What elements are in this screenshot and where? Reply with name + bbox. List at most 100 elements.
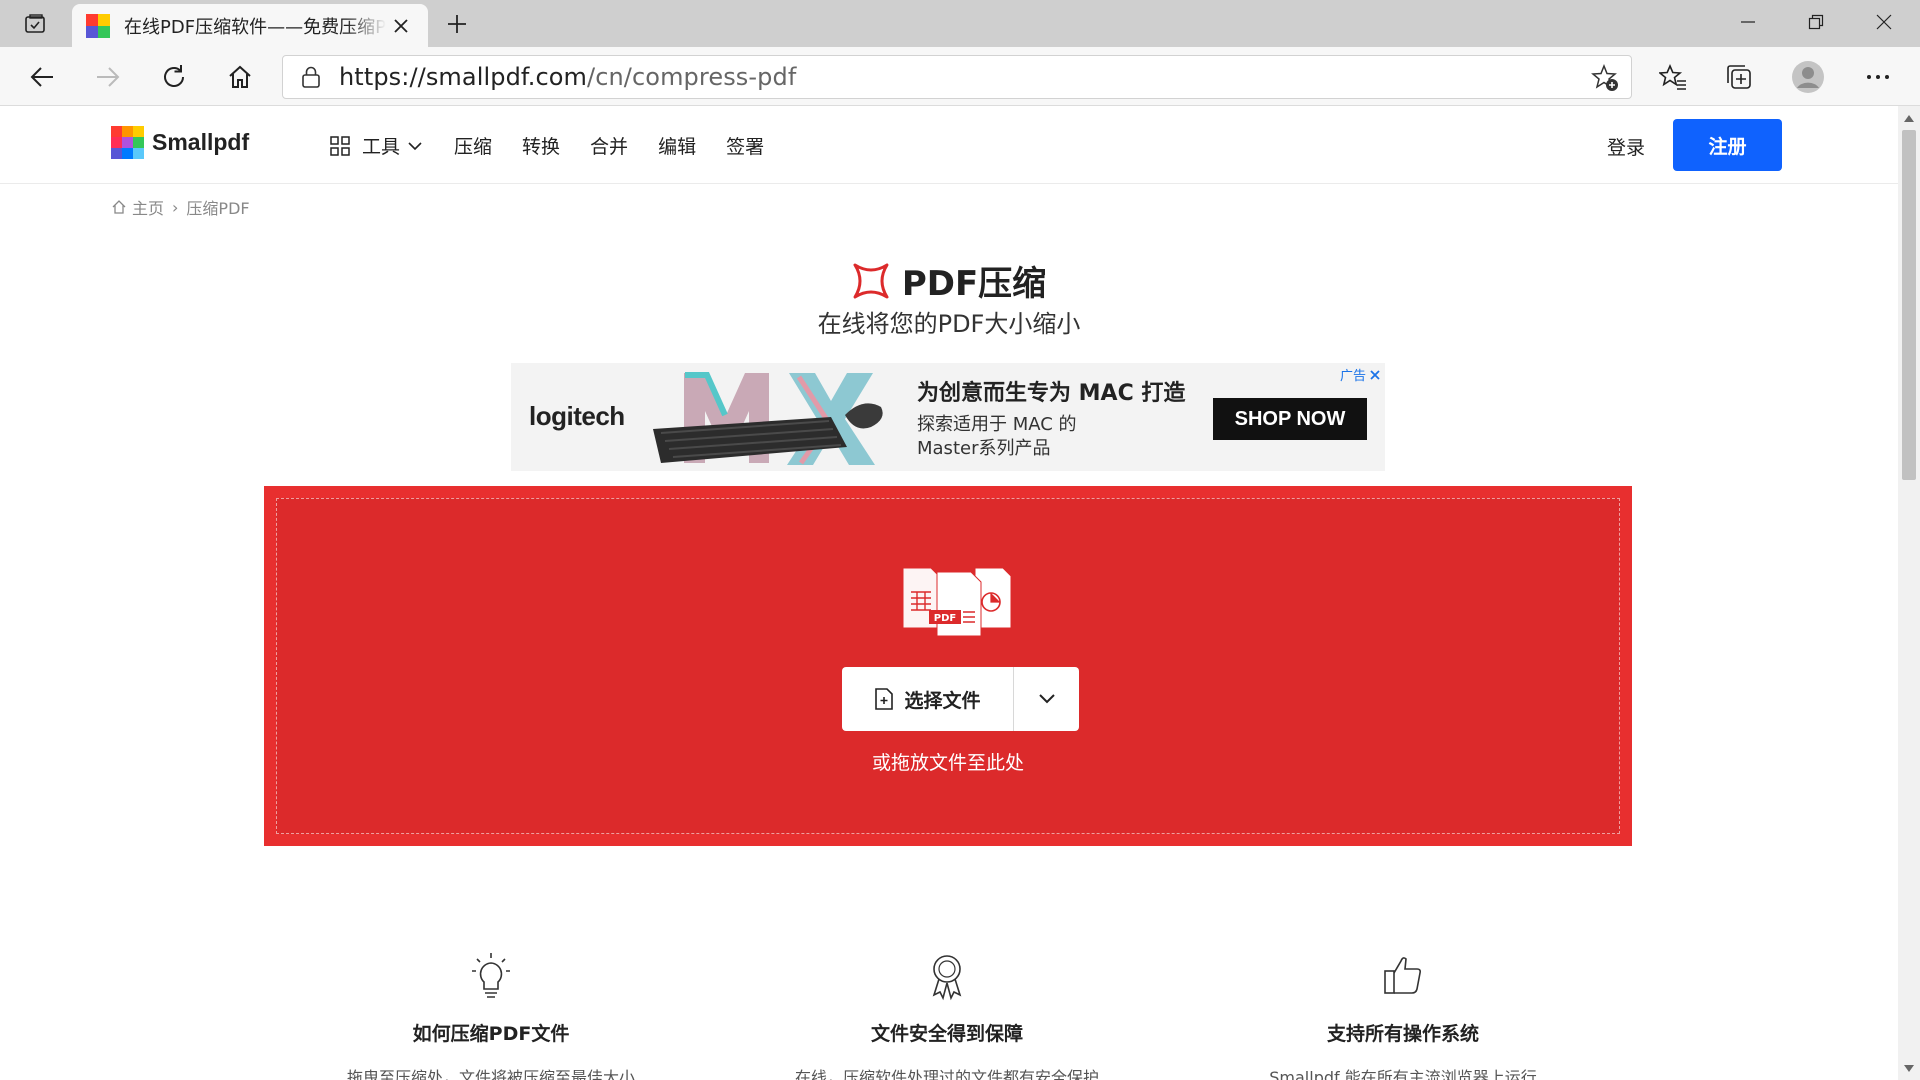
triangle-down-icon (1904, 1064, 1914, 1072)
browser-tab-bar: 在线PDF压缩软件——免费压缩PDF (0, 0, 1920, 47)
feature-card: 文件安全得到保障 在线，压缩软件处理过的文件都有安全保护 (747, 951, 1147, 1080)
documents-icon: PDF (902, 567, 1012, 637)
keyboard-mouse-product-image (653, 372, 883, 465)
add-favorite-button[interactable] (1589, 62, 1621, 94)
browser-toolbar: https://smallpdf.com/cn/compress-pdf (0, 47, 1920, 106)
restore-button[interactable] (1782, 0, 1850, 44)
ad-headline: 为创意而生专为 MAC 打造 (917, 381, 1186, 406)
award-ribbon-icon (932, 955, 962, 1001)
page-title: PDF压缩 (0, 256, 1898, 305)
back-button[interactable] (20, 55, 64, 99)
close-icon (1370, 369, 1380, 380)
svg-text:PDF: PDF (934, 613, 956, 624)
signup-button[interactable]: 注册 (1673, 119, 1782, 171)
tab-actions-icon (25, 14, 45, 33)
lightbulb-icon (472, 953, 510, 998)
profile-button[interactable] (1786, 55, 1830, 99)
choose-file-label: 选择文件 (904, 689, 981, 712)
file-add-icon (875, 688, 894, 710)
logo-text: Smallpdf (152, 129, 250, 155)
chevron-down-icon (1038, 694, 1055, 704)
file-drop-zone[interactable]: PDF 选择文件 或拖放文件至此处 (264, 486, 1632, 846)
thumbs-up-icon (1384, 957, 1421, 994)
main-nav: 工具 压缩 转换 合并 编辑 签署 (330, 132, 794, 159)
collections-icon (1727, 65, 1751, 89)
window-close-button[interactable] (1850, 0, 1918, 44)
choose-file-split-button: 选择文件 (842, 667, 1079, 731)
close-icon (1876, 14, 1892, 30)
minimize-icon (1741, 21, 1755, 23)
ad-brand-logo: logitech (529, 401, 625, 431)
grid-icon (330, 135, 350, 156)
page-scrollbar[interactable] (1898, 106, 1920, 1080)
choose-source-dropdown-button[interactable] (1014, 667, 1079, 731)
favorites-list-icon (1659, 63, 1686, 90)
star-add-icon (1591, 64, 1618, 91)
feature-description: 在线，压缩软件处理过的文件都有安全保护 (794, 1068, 1099, 1080)
favorites-button[interactable] (1651, 55, 1695, 99)
feature-description: 拖曳至压缩处，文件将被压缩至最佳大小 (346, 1068, 635, 1080)
login-link[interactable]: 登录 (1607, 133, 1645, 160)
ad-banner[interactable]: logitech 为创意而生专为 MAC 打造 探索适用于 MAC 的 Mast… (511, 363, 1385, 471)
nav-item-compress[interactable]: 压缩 (454, 132, 492, 159)
ad-body-line-2: Master系列产品 (917, 438, 1051, 459)
feature-title: 如何压缩PDF文件 (412, 1023, 570, 1045)
ad-choices-badge[interactable]: 广告 (1340, 365, 1381, 384)
nav-item-edit[interactable]: 编辑 (658, 132, 696, 159)
ad-body-line-1: 探索适用于 MAC 的 (917, 414, 1077, 435)
browser-tab-active[interactable]: 在线PDF压缩软件——免费压缩PDF (72, 4, 428, 47)
breadcrumb-home[interactable]: 主页 (132, 195, 164, 219)
close-icon (394, 18, 408, 33)
tab-actions-button[interactable] (14, 9, 56, 39)
breadcrumb-separator: › (172, 197, 179, 217)
breadcrumb: 主页 › 压缩PDF (111, 195, 250, 219)
scroll-down-button[interactable] (1903, 1062, 1915, 1074)
nav-item-sign[interactable]: 签署 (726, 132, 764, 159)
scroll-up-button[interactable] (1903, 112, 1915, 124)
plus-icon (448, 15, 466, 33)
nav-item-merge[interactable]: 合并 (590, 132, 628, 159)
reload-icon (164, 65, 184, 87)
page-heading: PDF压缩 (901, 264, 1047, 304)
home-button[interactable] (218, 55, 262, 99)
minimize-button[interactable] (1714, 0, 1782, 44)
restore-icon (1808, 14, 1824, 30)
nav-tools-label: 工具 (362, 136, 401, 158)
site-info-button[interactable] (283, 55, 339, 99)
smallpdf-favicon-icon (86, 13, 110, 38)
ad-label: 广告 (1339, 369, 1366, 384)
settings-menu-button[interactable] (1856, 55, 1900, 99)
compress-icon (853, 263, 889, 298)
tab-title: 在线PDF压缩软件——免费压缩PDF (124, 16, 386, 38)
forward-button[interactable] (86, 55, 130, 99)
url-text: https://smallpdf.com/cn/compress-pdf (339, 63, 797, 91)
more-dots-icon (1867, 75, 1889, 79)
reload-button[interactable] (152, 55, 196, 99)
breadcrumb-current: 压缩PDF (186, 199, 250, 218)
drop-hint-text: 或拖放文件至此处 (871, 752, 1024, 774)
smallpdf-logo-icon (111, 126, 144, 159)
collections-button[interactable] (1717, 55, 1761, 99)
page-subtitle: 在线将您的PDF大小缩小 (817, 310, 1081, 338)
avatar-icon (1792, 61, 1824, 93)
address-bar[interactable]: https://smallpdf.com/cn/compress-pdf (282, 55, 1632, 99)
home-icon (229, 65, 251, 88)
feature-title: 文件安全得到保障 (870, 1023, 1023, 1045)
arrow-left-icon (30, 67, 53, 87)
new-tab-button[interactable] (440, 7, 474, 41)
ad-shop-now-button[interactable]: SHOP NOW (1213, 398, 1367, 440)
triangle-up-icon (1904, 114, 1914, 122)
scrollbar-thumb[interactable] (1902, 130, 1916, 480)
feature-description: Smallpdf 能在所有主流浏览器上运行 (1269, 1068, 1537, 1080)
lock-icon (302, 66, 320, 88)
chevron-down-icon (408, 141, 422, 150)
tab-close-button[interactable] (388, 13, 414, 39)
drop-zone-dashed-border (276, 498, 1620, 834)
feature-title: 支持所有操作系统 (1326, 1023, 1479, 1045)
site-logo[interactable]: Smallpdf (111, 126, 249, 159)
web-page: Smallpdf 工具 压缩 转换 合并 编辑 签署 登录 注册 主页 › 压缩… (0, 106, 1898, 1080)
nav-tools-dropdown[interactable]: 工具 (330, 132, 422, 159)
arrow-right-icon (97, 67, 120, 87)
nav-item-convert[interactable]: 转换 (522, 132, 560, 159)
choose-file-button[interactable]: 选择文件 (842, 667, 1014, 731)
